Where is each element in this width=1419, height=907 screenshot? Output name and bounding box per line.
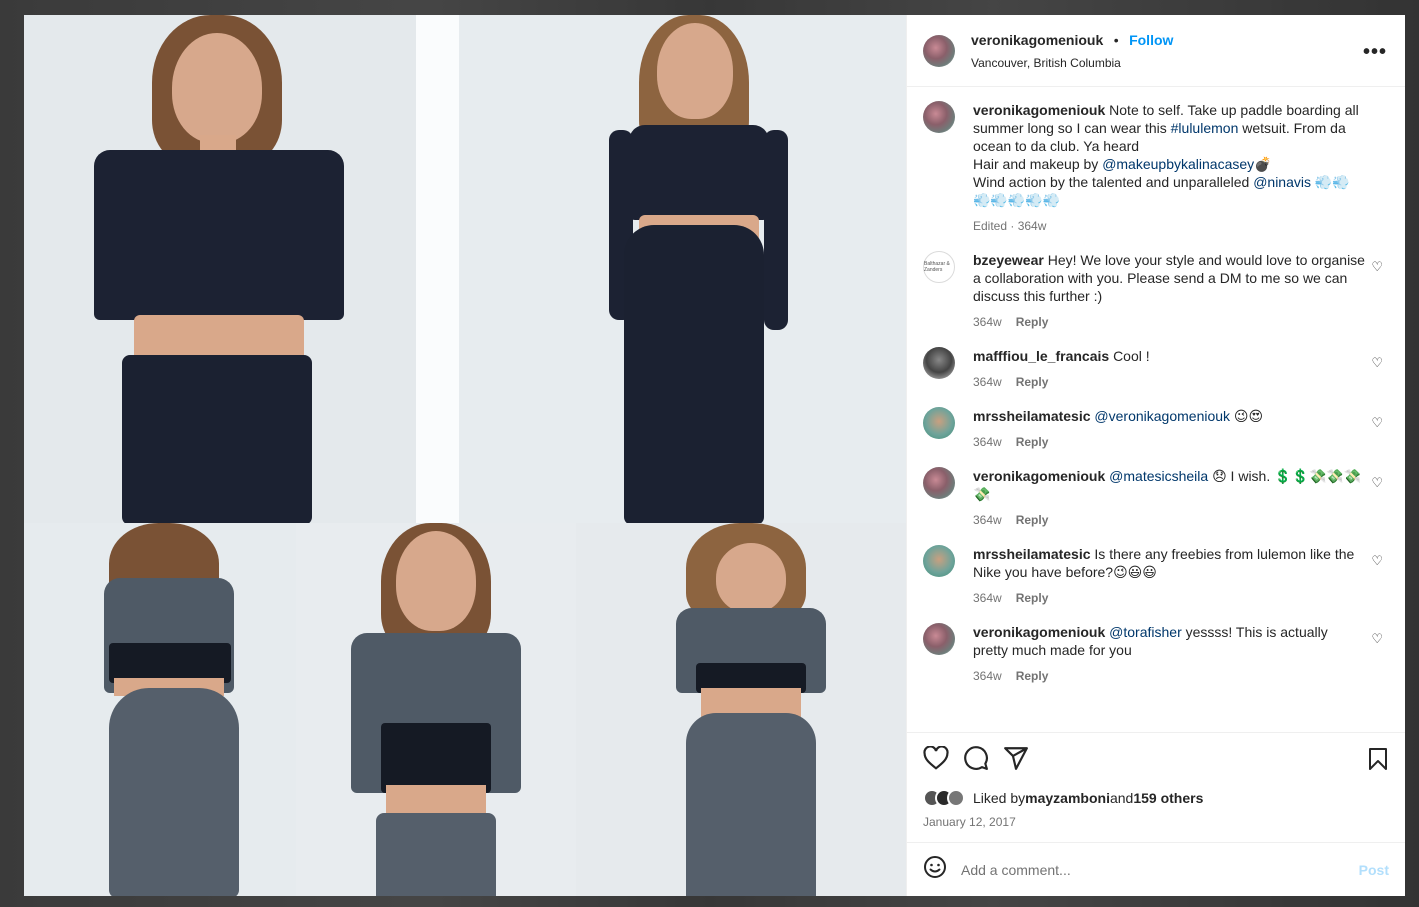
commenter-avatar[interactable]	[923, 623, 955, 655]
separator-dot: •	[1113, 31, 1119, 48]
photo-tile-twist-grey	[576, 523, 906, 896]
comment-username[interactable]: veronikagomeniouk	[973, 624, 1105, 640]
share-icon[interactable]	[1003, 745, 1029, 771]
bookmark-icon[interactable]	[1367, 747, 1389, 776]
comment-like-heart-icon[interactable]: ♡	[1371, 475, 1383, 491]
comment-like-heart-icon[interactable]: ♡	[1371, 631, 1383, 647]
author-avatar[interactable]	[923, 34, 955, 67]
caption-emoji-1: 💣	[1254, 156, 1272, 172]
comment-input[interactable]	[961, 861, 1359, 878]
author-username[interactable]: veronikagomeniouk	[971, 32, 1103, 48]
comment-item: Balthazar & Zanders bzeyewear Hey! We lo…	[923, 251, 1389, 331]
photo-tile-front-navy	[24, 15, 416, 523]
comment-item: veronikagomeniouk @torafisher yessss! Th…	[923, 623, 1389, 685]
photo-tile-gap	[416, 15, 459, 523]
comment-icon[interactable]	[963, 745, 989, 771]
likes-others[interactable]: 159 others	[1133, 790, 1203, 806]
caption-meta: Edited · 364w	[973, 219, 1047, 233]
liker-avatars[interactable]	[923, 789, 965, 807]
comment-item: mafffiou_le_francais Cool ! 364w Reply ♡	[923, 347, 1389, 391]
post-image[interactable]	[24, 15, 906, 896]
follow-button[interactable]: Follow	[1129, 32, 1173, 48]
comment-username[interactable]: mrssheilamatesic	[973, 546, 1091, 562]
post-modal: veronikagomeniouk • Follow Vancouver, Br…	[24, 15, 1405, 896]
commenter-avatar[interactable]	[923, 545, 955, 577]
photo-tile-front-grey	[296, 523, 576, 896]
likes-middle: and	[1109, 790, 1134, 806]
comment-like-heart-icon[interactable]: ♡	[1371, 415, 1383, 431]
emoji-icon[interactable]	[923, 855, 947, 884]
comment-username[interactable]: bzeyewear	[973, 252, 1044, 268]
comment-like-heart-icon[interactable]: ♡	[1371, 259, 1383, 275]
post-location[interactable]: Vancouver, British Columbia	[971, 56, 1173, 70]
comment-item: mrssheilamatesic Is there any freebies f…	[923, 545, 1389, 607]
caption: veronikagomeniouk Note to self. Take up …	[923, 101, 1389, 235]
reply-button[interactable]: Reply	[1016, 667, 1049, 685]
commenter-avatar-logo: Balthazar & Zanders	[924, 261, 950, 273]
more-icon[interactable]: •••	[1363, 41, 1387, 64]
comment-item: mrssheilamatesic @veronikagomeniouk 😉😍 3…	[923, 407, 1389, 451]
photo-tile-back-grey	[24, 523, 296, 896]
reply-button[interactable]: Reply	[1016, 433, 1049, 451]
commenter-avatar[interactable]	[923, 347, 955, 379]
comment-username[interactable]: mafffiou_le_francais	[973, 348, 1109, 364]
caption-text-4: Wind action by the talented and unparall…	[973, 174, 1254, 190]
likes-user[interactable]: mayzamboni	[1025, 790, 1110, 806]
comment-text: 😉😍	[1230, 408, 1264, 424]
reply-button[interactable]: Reply	[1016, 511, 1049, 529]
comment-time[interactable]: 364w	[973, 667, 1002, 685]
caption-username[interactable]: veronikagomeniouk	[973, 102, 1105, 118]
likes-row: Liked by mayzamboni and 159 others	[923, 789, 1389, 807]
caption-mention-2[interactable]: @ninavis	[1253, 174, 1311, 190]
post-sidebar: veronikagomeniouk • Follow Vancouver, Br…	[906, 15, 1405, 896]
comment-time[interactable]: 364w	[973, 313, 1002, 331]
post-actions: Liked by mayzamboni and 159 others Janua…	[907, 732, 1405, 842]
caption-mention-1[interactable]: @makeupbykalinacasey	[1102, 156, 1254, 172]
comment-like-heart-icon[interactable]: ♡	[1371, 355, 1383, 371]
comment-time[interactable]: 364w	[973, 511, 1002, 529]
add-comment-bar: Post	[907, 842, 1405, 896]
caption-avatar[interactable]	[923, 101, 955, 133]
post-date[interactable]: January 12, 2017	[923, 815, 1389, 829]
likes-prefix: Liked by	[973, 790, 1026, 806]
comment-username[interactable]: mrssheilamatesic	[973, 408, 1091, 424]
comment-mention[interactable]: @torafisher	[1109, 624, 1182, 640]
commenter-avatar[interactable]: Balthazar & Zanders	[923, 251, 955, 283]
commenter-avatar[interactable]	[923, 467, 955, 499]
post-comment-button[interactable]: Post	[1359, 862, 1389, 878]
comments-list[interactable]: veronikagomeniouk Note to self. Take up …	[907, 87, 1405, 732]
comment-mention[interactable]: @veronikagomeniouk	[1094, 408, 1230, 424]
comment-time[interactable]: 364w	[973, 433, 1002, 451]
comment-like-heart-icon[interactable]: ♡	[1371, 553, 1383, 569]
photo-tile-side-navy	[459, 15, 906, 523]
reply-button[interactable]: Reply	[1016, 589, 1049, 607]
reply-button[interactable]: Reply	[1016, 373, 1049, 391]
comment-time[interactable]: 364w	[973, 589, 1002, 607]
post-header: veronikagomeniouk • Follow Vancouver, Br…	[907, 15, 1405, 87]
comment-mention[interactable]: @matesicsheila	[1109, 468, 1208, 484]
comment-username[interactable]: veronikagomeniouk	[973, 468, 1105, 484]
comment-text: Cool !	[1113, 348, 1150, 364]
heart-icon[interactable]	[923, 746, 949, 770]
commenter-avatar[interactable]	[923, 407, 955, 439]
comment-time[interactable]: 364w	[973, 373, 1002, 391]
caption-hashtag[interactable]: #lululemon	[1171, 120, 1239, 136]
reply-button[interactable]: Reply	[1016, 313, 1049, 331]
caption-text-3: Hair and makeup by	[973, 156, 1103, 172]
comment-item: veronikagomeniouk @matesicsheila 😞 I wis…	[923, 467, 1389, 529]
